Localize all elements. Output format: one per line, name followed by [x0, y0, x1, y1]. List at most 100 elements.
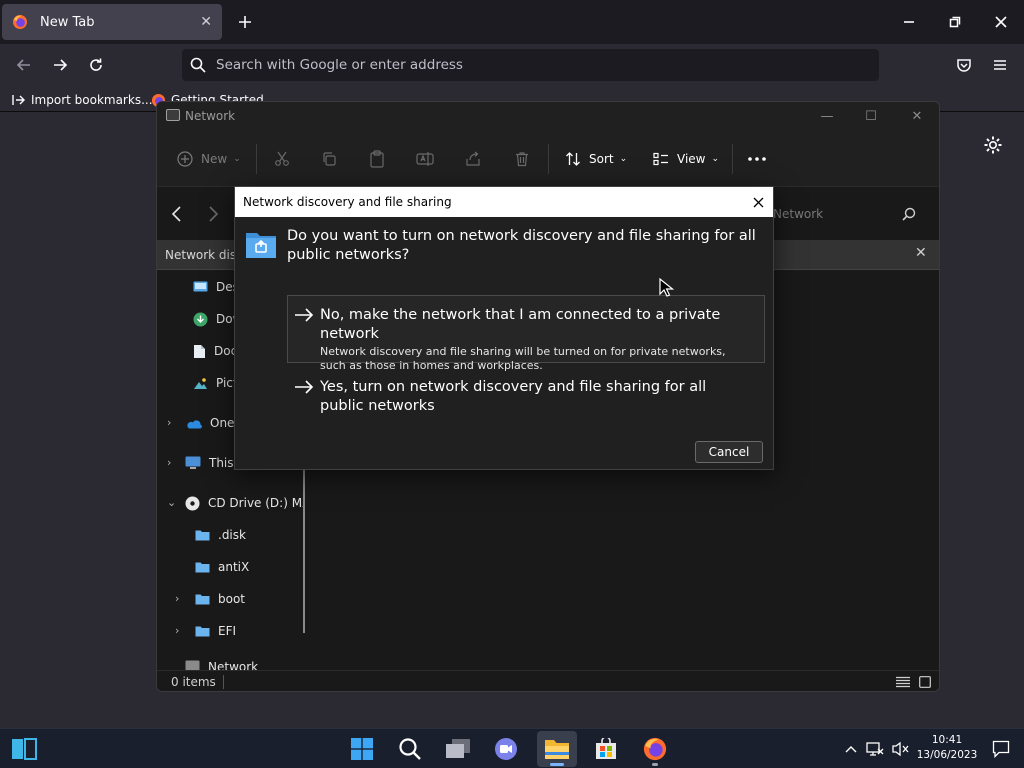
collapse-chevron-icon[interactable]: ⌄: [167, 496, 176, 509]
nav-item-folder-antix[interactable]: antiX: [195, 556, 249, 578]
tiles-view-icon[interactable]: [919, 676, 931, 688]
bookmark-import[interactable]: Import bookmarks...: [12, 90, 153, 110]
widgets-button[interactable]: [4, 731, 44, 767]
network-status-icon: [866, 742, 884, 756]
url-input[interactable]: [216, 57, 856, 73]
share-icon: [466, 151, 480, 166]
view-button-label: View: [677, 152, 706, 166]
chevron-down-icon: ⌄: [233, 154, 241, 164]
option-title: No, make the network that I am connected…: [320, 307, 721, 342]
expand-chevron-icon[interactable]: ›: [175, 592, 179, 605]
explorer-maximize-button[interactable]: ☐: [857, 106, 885, 126]
folder-icon: [545, 740, 569, 759]
option-make-private-network[interactable]: No, make the network that I am connected…: [287, 295, 765, 372]
dialog-title: Network discovery and file sharing: [243, 195, 452, 209]
explorer-command-bar: New ⌄ Sort ⌄ View ⌄: [157, 130, 939, 186]
import-icon: [12, 95, 25, 105]
expand-chevron-icon[interactable]: ›: [167, 416, 171, 429]
widgets-icon: [12, 738, 37, 760]
delete-button[interactable]: [514, 146, 530, 172]
new-button[interactable]: New ⌄: [177, 146, 241, 172]
minimize-icon: [904, 21, 914, 23]
task-view-button[interactable]: [438, 731, 478, 767]
browser-navbar: [0, 44, 1024, 86]
reload-button[interactable]: [81, 50, 111, 80]
view-button[interactable]: View ⌄: [653, 146, 719, 172]
back-button[interactable]: [9, 50, 39, 80]
hamburger-menu-icon: [994, 60, 1006, 70]
cancel-button[interactable]: Cancel: [695, 441, 763, 463]
toolbar-divider: [548, 144, 549, 174]
expand-chevron-icon[interactable]: ›: [175, 624, 179, 637]
nav-item-cd-drive[interactable]: CD Drive (D:) MX: [185, 492, 305, 514]
notifications-button[interactable]: [990, 739, 1012, 759]
file-explorer-taskbar-button[interactable]: [537, 731, 577, 767]
taskbar: 10:41 13/06/2023: [0, 728, 1024, 768]
url-bar[interactable]: [182, 49, 879, 81]
more-options-icon: [748, 157, 766, 161]
arrow-right-icon: [295, 308, 314, 322]
explorer-minimize-button[interactable]: —: [813, 106, 841, 126]
menu-button[interactable]: [985, 50, 1015, 80]
see-more-button[interactable]: [748, 146, 766, 172]
network-icon: [185, 660, 200, 670]
network-folder-icon: [246, 233, 276, 258]
nav-item-network[interactable]: Network: [185, 660, 258, 670]
nav-item-label: boot: [218, 592, 246, 606]
show-hidden-icons-button[interactable]: [842, 739, 860, 759]
network-status-button[interactable]: [864, 739, 886, 759]
dialog-question: Do you want to turn on network discovery…: [287, 228, 756, 263]
chat-icon: [495, 738, 517, 760]
new-tab-button[interactable]: [232, 8, 258, 36]
minimize-icon: —: [820, 108, 834, 124]
nav-item-folder-efi[interactable]: EFI: [195, 620, 236, 642]
restore-button[interactable]: [932, 0, 978, 44]
copy-button[interactable]: [321, 146, 337, 172]
option-title: Yes, turn on network discovery and file …: [320, 379, 707, 414]
back-arrow-icon: [16, 59, 30, 71]
start-button[interactable]: [342, 731, 382, 767]
expand-chevron-icon[interactable]: ›: [167, 456, 171, 469]
paste-button[interactable]: [369, 146, 385, 172]
tab-close-icon[interactable]: ✕: [200, 14, 212, 30]
explorer-status-bar: 0 items: [157, 670, 939, 691]
forward-button[interactable]: [45, 50, 75, 80]
rename-button[interactable]: [416, 146, 434, 172]
store-button[interactable]: [586, 731, 626, 767]
cut-button[interactable]: [274, 146, 290, 172]
bookmark-import-label: Import bookmarks...: [31, 93, 153, 107]
nav-item-folder-boot[interactable]: boot: [195, 588, 245, 610]
chevron-up-icon: [845, 746, 857, 753]
teams-chat-button[interactable]: [486, 731, 526, 767]
back-chevron-icon[interactable]: [171, 206, 183, 222]
details-view-icon[interactable]: [895, 676, 911, 688]
sort-button[interactable]: Sort ⌄: [565, 146, 627, 172]
nav-item-folder-disk[interactable]: .disk: [195, 524, 246, 546]
share-button[interactable]: [465, 146, 481, 172]
forward-chevron-icon[interactable]: [207, 206, 219, 222]
pocket-button[interactable]: [949, 50, 979, 80]
nav-item-label: EFI: [218, 624, 237, 638]
explorer-close-button[interactable]: ✕: [903, 106, 931, 126]
firefox-taskbar-button[interactable]: [635, 731, 675, 767]
explorer-title: Network: [185, 109, 236, 123]
taskbar-clock[interactable]: 10:41 13/06/2023: [914, 733, 980, 763]
dialog-close-button[interactable]: [747, 191, 769, 213]
taskbar-search-button[interactable]: [390, 731, 430, 767]
plus-circle-icon: [177, 151, 193, 167]
infobar-close-icon[interactable]: ✕: [915, 245, 927, 261]
explorer-titlebar: Network — ☐ ✕: [157, 102, 939, 130]
forward-arrow-icon: [54, 59, 68, 71]
volume-button[interactable]: [890, 739, 912, 759]
minimize-button[interactable]: [886, 0, 932, 44]
nav-item-label: .disk: [218, 528, 246, 542]
dialog-titlebar: Network discovery and file sharing: [235, 187, 773, 217]
option-enable-public-networks[interactable]: Yes, turn on network discovery and file …: [287, 367, 765, 417]
explorer-search-placeholder[interactable]: Network: [773, 207, 823, 221]
tab-new-tab[interactable]: New Tab ✕: [2, 4, 222, 40]
pc-icon: [185, 456, 201, 469]
close-icon: [753, 197, 763, 207]
close-window-button[interactable]: [978, 0, 1024, 44]
status-divider: [223, 675, 224, 689]
gear-icon[interactable]: [982, 134, 1004, 156]
